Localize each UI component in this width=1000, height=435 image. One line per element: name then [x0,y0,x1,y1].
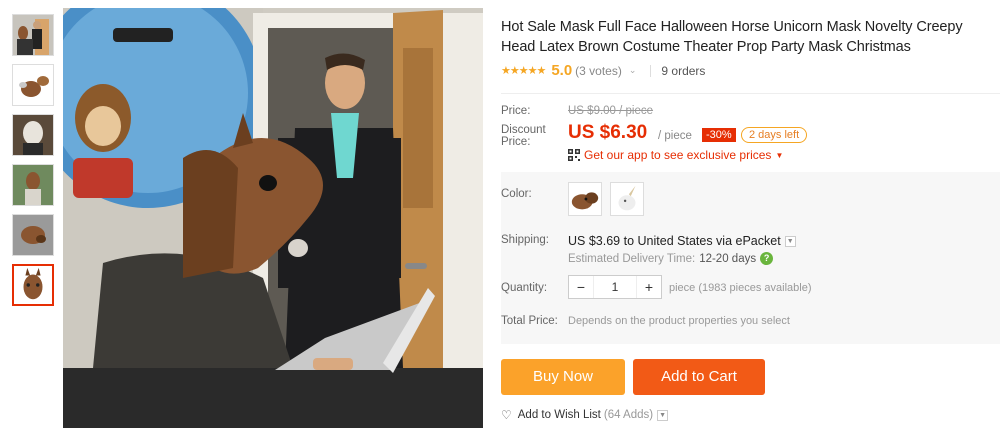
thumbnail-2[interactable] [12,64,54,106]
quantity-label: Quantity: [501,282,548,294]
price-label: Price: [501,105,531,117]
wishlist-count: (64 Adds) [603,409,654,421]
qr-code-icon [568,149,580,161]
shipping-destination: United States via ePacket [637,234,781,248]
chevron-down-icon[interactable]: ⌄ [629,65,637,76]
total-price-value: Depends on the product properties you se… [568,315,790,327]
thumbnail-3[interactable] [12,114,54,156]
pieces-available: piece (1983 pieces available) [669,282,812,294]
thumbnail-6[interactable] [12,264,54,306]
buy-now-button[interactable]: Buy Now [501,359,625,395]
thumbnail-4[interactable] [12,164,54,206]
discount-price-label: Discount Price: [501,124,546,148]
decrease-quantity-button[interactable]: − [569,276,593,298]
product-info-panel: Hot Sale Mask Full Face Halloween Horse … [501,0,1000,422]
main-product-image[interactable] [63,8,483,428]
color-option-unicorn[interactable] [610,182,644,216]
color-label: Color: [501,188,532,200]
app-promo-link[interactable]: Get our app to see exclusive prices ▼ [568,148,783,162]
help-icon[interactable]: ? [760,252,774,265]
discount-badge: -30% [702,128,736,142]
shipping-label: Shipping: [501,234,549,246]
rating-row: ★★★★★ 5.0 (3 votes) ⌄ 9 orders [501,62,1000,79]
eta-label: Estimated Delivery Time: [568,252,696,265]
shipping-dropdown-icon[interactable]: ▼ [784,235,796,247]
add-to-cart-button[interactable]: Add to Cart [633,359,765,395]
thumbnail-1[interactable] [12,14,54,56]
days-left-badge: 2 days left [741,127,808,143]
shipping-to: to [623,234,635,248]
eta-value: 12-20 days [699,252,757,265]
increase-quantity-button[interactable]: + [637,276,661,298]
quantity-input[interactable]: 1 [593,276,637,298]
product-options: Color: Shipping: US $3.69 to United Stat… [501,172,1000,344]
votes-count[interactable]: (3 votes) [575,64,622,78]
caret-down-icon: ▼ [775,150,784,160]
product-title: Hot Sale Mask Full Face Halloween Horse … [501,19,963,55]
star-rating-icon: ★★★★★ [501,65,546,77]
wishlist-dropdown-icon[interactable]: ▼ [657,409,669,421]
shipping-cost: US $3.69 [568,234,621,248]
wishlist-row[interactable]: ♡ Add to Wish List (64 Adds) ▼ [501,408,669,422]
app-promo-text: Get our app to see exclusive prices [584,148,772,162]
original-price: US $9.00 / piece [568,105,654,117]
unit-label: / piece [658,130,692,142]
wishlist-label[interactable]: Add to Wish List [518,409,601,421]
thumbnail-strip [12,14,56,314]
orders-count: 9 orders [661,63,706,78]
thumbnail-5[interactable] [12,214,54,256]
current-price: US $6.30 [568,122,648,143]
delivery-estimate: Estimated Delivery Time: 12-20 days ? [568,252,774,265]
color-option-horse[interactable] [568,182,602,216]
quantity-stepper: − 1 + [568,275,662,299]
heart-icon: ♡ [501,408,512,422]
rating-value: 5.0 [551,62,573,79]
divider [650,64,652,77]
total-price-label: Total Price: [501,315,558,327]
shipping-info: US $3.69 to United States via ePacket ▼ [568,234,796,248]
